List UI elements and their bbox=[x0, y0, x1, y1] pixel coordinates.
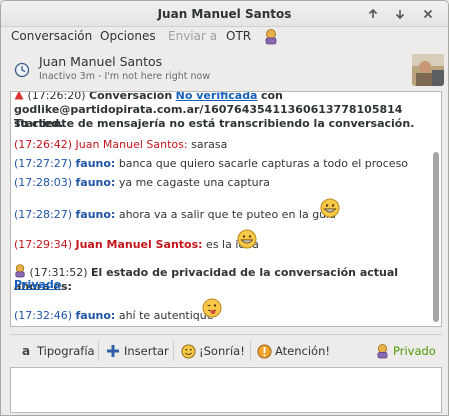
smiley-grin-icon bbox=[320, 198, 340, 218]
close-button[interactable] bbox=[419, 5, 437, 23]
close-icon bbox=[423, 9, 433, 19]
plus-icon bbox=[105, 343, 121, 359]
message-row: (17:29:34) Juan Manuel Santos: es la ide… bbox=[14, 238, 259, 251]
message-row: (17:26:42) Juan Manuel Santos: sarasa bbox=[14, 138, 228, 151]
warning-icon bbox=[14, 92, 24, 100]
menu-bar: Conversación Opciones Enviar a OTR bbox=[1, 27, 448, 47]
message-row: (17:28:27) fauno: ahora va a salir que t… bbox=[14, 208, 336, 221]
contact-name: Juan Manuel Santos bbox=[39, 54, 163, 69]
message-row: (17:28:03) fauno: ya me cagaste una capt… bbox=[14, 176, 270, 189]
format-toolbar: a Tipografía Insertar ¡Sonría! Atención! bbox=[10, 334, 442, 366]
message-input[interactable] bbox=[10, 367, 442, 413]
smile-button[interactable]: ¡Sonría! bbox=[180, 343, 245, 359]
minimize-button[interactable] bbox=[364, 5, 382, 23]
arrow-down-icon bbox=[395, 10, 405, 19]
font-button[interactable]: a Tipografía bbox=[18, 343, 95, 359]
conversation-notice: (17:26:20) Conversación No verificada co… bbox=[14, 92, 431, 103]
menu-conversacion[interactable]: Conversación bbox=[11, 29, 92, 43]
conversation-history[interactable]: (17:26:20) Conversación No verificada co… bbox=[10, 91, 442, 327]
scrollbar[interactable] bbox=[433, 152, 439, 322]
privacy-link-row: Privado bbox=[14, 278, 431, 292]
pidgin-otr-icon bbox=[15, 264, 25, 278]
avatar bbox=[412, 54, 444, 86]
contact-status: Inactivo 3m - I'm not here right now bbox=[39, 71, 211, 82]
message-row: (17:32:46) fauno: ahí te autentiqué bbox=[14, 309, 214, 322]
message-row: (17:27:27) fauno: banca que quiero sacar… bbox=[14, 157, 409, 170]
clock-icon bbox=[14, 62, 30, 78]
maximize-button[interactable] bbox=[391, 5, 409, 23]
menu-enviar-a[interactable]: Enviar a bbox=[168, 29, 217, 43]
insert-button[interactable]: Insertar bbox=[105, 343, 169, 359]
private-link[interactable]: Privado bbox=[14, 278, 61, 291]
unverified-link[interactable]: No verificada bbox=[176, 92, 258, 102]
menu-opciones[interactable]: Opciones bbox=[100, 29, 156, 43]
attention-button[interactable]: Atención! bbox=[256, 343, 330, 359]
attention-icon bbox=[256, 343, 272, 359]
privacy-status-button[interactable]: Privado bbox=[374, 343, 436, 359]
smiley-grin-icon bbox=[237, 229, 257, 249]
title-bar[interactable]: Juan Manuel Santos bbox=[1, 1, 448, 27]
logging-notice: Tu cliente de mensajería no está transcr… bbox=[14, 117, 415, 130]
contact-header: Juan Manuel Santos Inactivo 3m - I'm not… bbox=[7, 52, 444, 88]
menu-otr[interactable]: OTR bbox=[226, 29, 251, 43]
arrow-up-icon bbox=[368, 9, 378, 18]
font-icon: a bbox=[21, 344, 31, 358]
chat-window: Juan Manuel Santos Conversación Opciones… bbox=[0, 0, 449, 416]
pidgin-otr-icon[interactable] bbox=[264, 29, 278, 48]
smiley-tongue-icon bbox=[202, 298, 222, 318]
smile-icon bbox=[180, 343, 196, 359]
pidgin-otr-icon bbox=[374, 343, 390, 359]
